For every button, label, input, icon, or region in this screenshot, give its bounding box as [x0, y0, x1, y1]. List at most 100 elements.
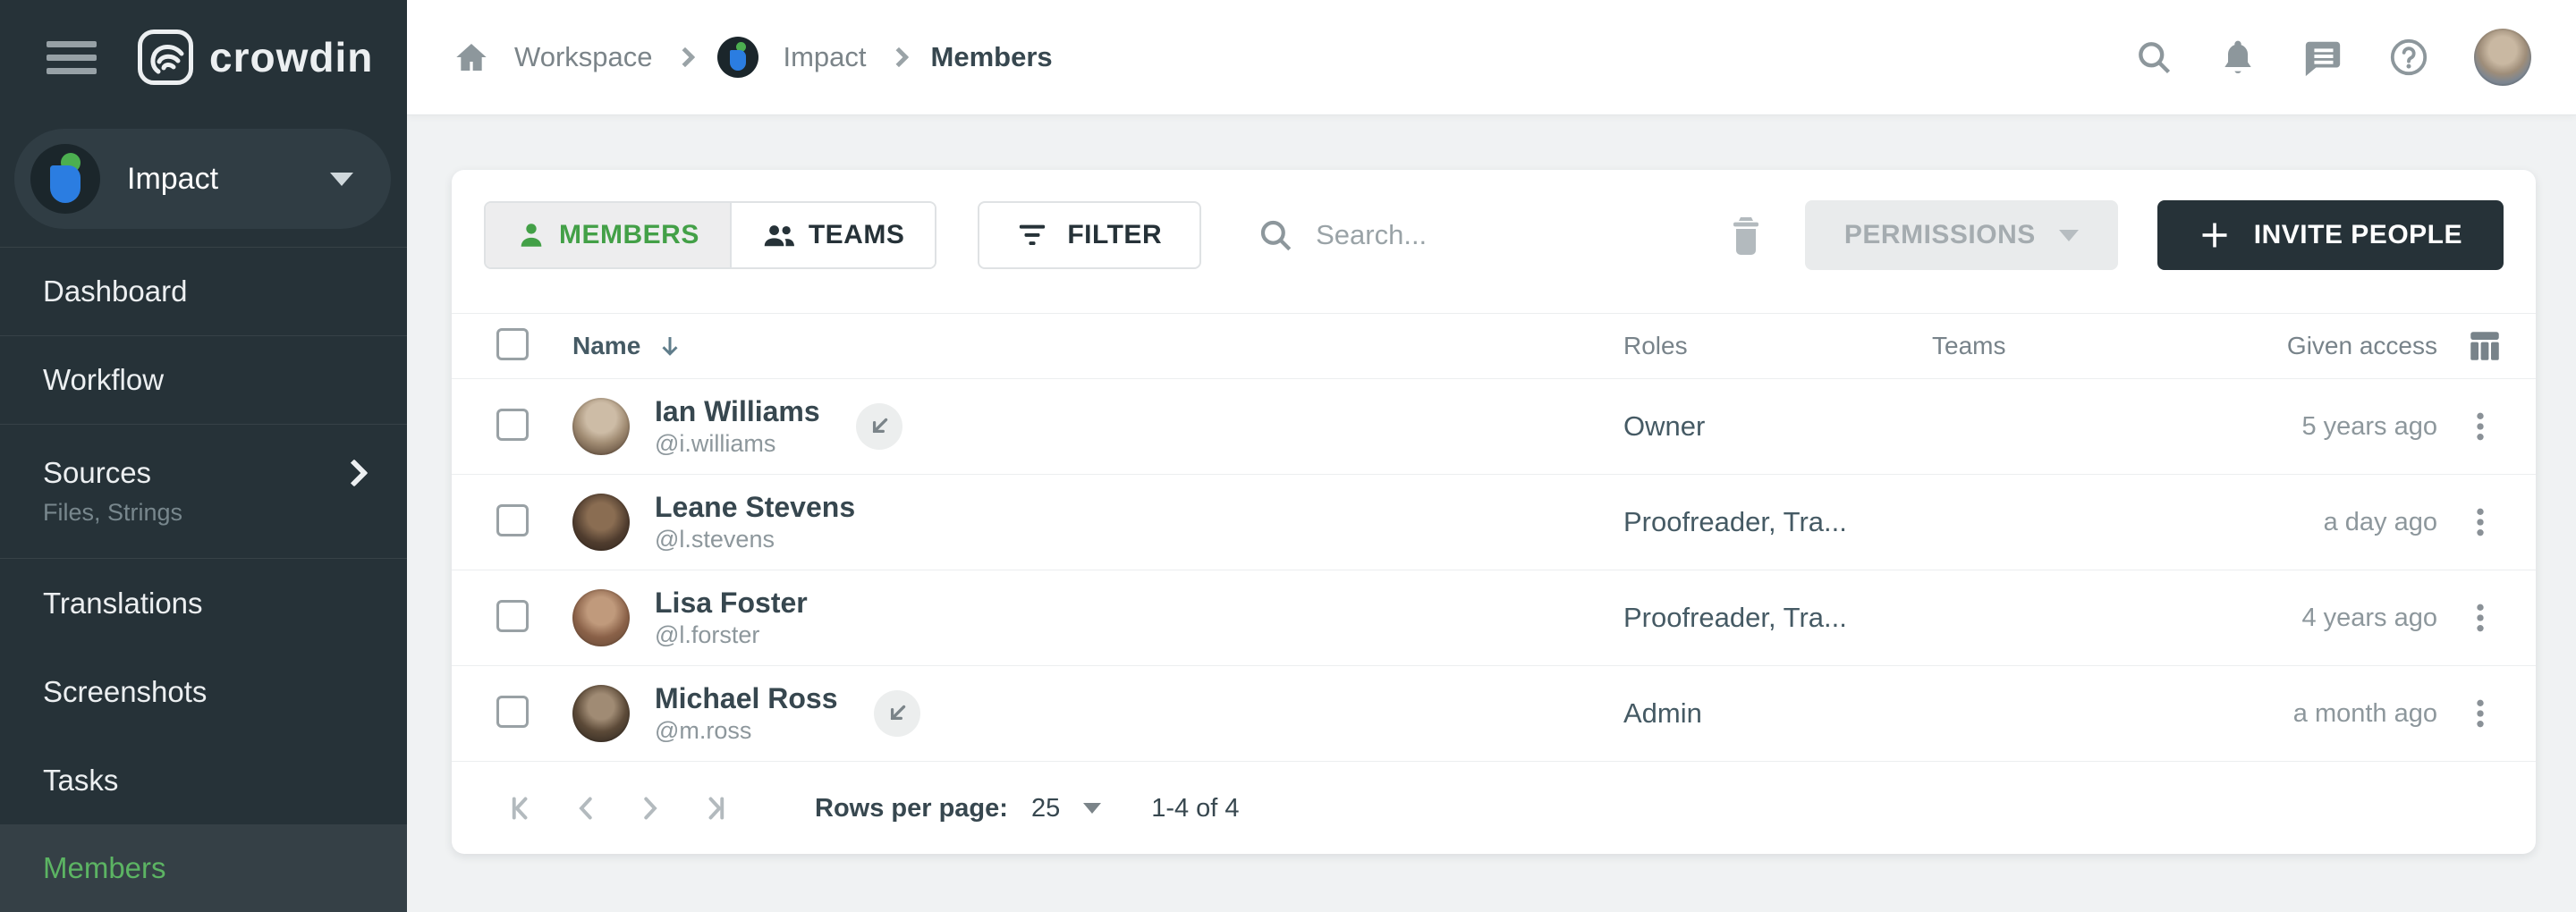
filter-button[interactable]: FILTER: [978, 201, 1201, 269]
chevron-down-icon: [330, 173, 353, 186]
main-content: MEMBERS TEAMS FILTER PER: [407, 114, 2576, 912]
breadcrumb-workspace[interactable]: Workspace: [514, 41, 653, 73]
first-page-button[interactable]: [493, 792, 555, 824]
sidebar-item-label: Dashboard: [43, 274, 187, 308]
member-avatar: [572, 589, 630, 646]
sidebar-item-label: Sources: [43, 456, 151, 490]
member-username: @m.ross: [655, 716, 838, 747]
column-header-name[interactable]: Name: [572, 332, 683, 360]
sidebar-item-label: Tasks: [43, 764, 118, 798]
person-icon: [516, 220, 547, 250]
column-settings-icon[interactable]: [2466, 327, 2504, 365]
members-teams-tabgroup: MEMBERS TEAMS: [484, 201, 936, 269]
tab-teams[interactable]: TEAMS: [730, 203, 936, 267]
invite-people-button[interactable]: INVITE PEOPLE: [2157, 200, 2504, 270]
crowdin-logo[interactable]: crowdin: [138, 30, 373, 85]
notifications-bell-icon[interactable]: [2218, 38, 2258, 77]
project-logo-icon: [30, 144, 100, 214]
row-checkbox[interactable]: [496, 696, 529, 728]
chevron-down-icon: [1083, 803, 1101, 814]
member-given-access: a month ago: [2223, 699, 2437, 729]
row-menu-kebab-icon[interactable]: [2457, 499, 2504, 545]
breadcrumb: Workspace Impact Members: [453, 37, 1053, 78]
chevron-down-icon: [2059, 230, 2079, 241]
row-menu-kebab-icon[interactable]: [2457, 403, 2504, 450]
member-name[interactable]: Leane Stevens: [655, 489, 855, 525]
member-roles: Admin: [1623, 697, 1932, 730]
member-name[interactable]: Lisa Foster: [655, 585, 808, 621]
table-row[interactable]: Ian Williams @i.williams Owner 5 years a…: [452, 379, 2536, 475]
member-roles: Owner: [1623, 410, 1932, 443]
member-given-access: 5 years ago: [2223, 412, 2437, 442]
sidebar-item-sources[interactable]: Sources Files, Strings: [0, 425, 407, 559]
rows-per-page-value: 25: [1031, 794, 1060, 823]
table-header: Name Roles Teams Given access: [452, 313, 2536, 379]
tab-label: MEMBERS: [559, 220, 699, 250]
permissions-button[interactable]: PERMISSIONS: [1805, 200, 2118, 270]
top-bar: Workspace Impact Members: [407, 0, 2576, 114]
messages-icon[interactable]: [2302, 37, 2343, 78]
sort-descending-icon: [657, 333, 683, 359]
project-name: Impact: [127, 162, 330, 197]
crowdin-logo-text: crowdin: [209, 33, 373, 81]
breadcrumb-project[interactable]: Impact: [784, 41, 867, 73]
user-avatar[interactable]: [2474, 29, 2531, 86]
member-given-access: 4 years ago: [2223, 604, 2437, 633]
sidebar-item-label: Translations: [43, 587, 203, 621]
sidebar-item-dashboard[interactable]: Dashboard: [0, 248, 407, 336]
table-row[interactable]: Michael Ross @m.ross Admin a month ago: [452, 666, 2536, 762]
member-name[interactable]: Ian Williams: [655, 393, 820, 429]
member-avatar: [572, 685, 630, 742]
search-input[interactable]: [1316, 219, 1691, 251]
sidebar-item-translations[interactable]: Translations: [0, 559, 407, 647]
sidebar-item-members[interactable]: Members: [0, 824, 407, 912]
pagination: Rows per page: 25 1-4 of 4: [452, 762, 2536, 854]
row-checkbox[interactable]: [496, 504, 529, 536]
search-icon[interactable]: [2134, 38, 2174, 77]
delete-trash-icon[interactable]: [1726, 214, 1766, 257]
last-page-button[interactable]: [681, 792, 743, 824]
next-page-button[interactable]: [618, 792, 681, 824]
pagination-range: 1-4 of 4: [1151, 794, 1239, 823]
sidebar-item-tasks[interactable]: Tasks: [0, 736, 407, 824]
home-icon[interactable]: [453, 39, 489, 75]
last-login-arrow-badge: [856, 403, 902, 450]
member-username: @l.forster: [655, 621, 808, 651]
row-menu-kebab-icon[interactable]: [2457, 690, 2504, 737]
table-row[interactable]: Lisa Foster @l.forster Proofreader, Tra.…: [452, 570, 2536, 666]
row-checkbox[interactable]: [496, 409, 529, 441]
last-login-arrow-badge: [874, 690, 920, 737]
rows-per-page-select[interactable]: 25: [1031, 794, 1101, 823]
column-header-teams: Teams: [1932, 332, 2223, 360]
filter-icon: [1017, 222, 1047, 249]
member-username: @l.stevens: [655, 525, 855, 555]
sidebar-item-workflow[interactable]: Workflow: [0, 336, 407, 425]
select-all-checkbox[interactable]: [496, 328, 529, 360]
members-toolbar: MEMBERS TEAMS FILTER PER: [452, 170, 2536, 313]
member-avatar: [572, 398, 630, 455]
sidebar-item-label: Members: [43, 851, 166, 885]
row-checkbox[interactable]: [496, 600, 529, 632]
sidebar-nav: Dashboard Workflow Sources Files, String…: [0, 247, 407, 912]
sidebar-item-label: Screenshots: [43, 675, 207, 709]
people-icon: [762, 220, 796, 250]
invite-people-button-label: INVITE PEOPLE: [2254, 220, 2462, 250]
tab-members[interactable]: MEMBERS: [486, 203, 730, 267]
column-header-given-access: Given access: [2223, 332, 2437, 360]
menu-icon[interactable]: [47, 34, 97, 81]
member-name[interactable]: Michael Ross: [655, 680, 838, 716]
project-selector[interactable]: Impact: [14, 129, 391, 229]
help-icon[interactable]: [2388, 37, 2429, 78]
row-menu-kebab-icon[interactable]: [2457, 595, 2504, 641]
sidebar-item-subtitle: Files, Strings: [43, 499, 364, 527]
rows-per-page-label: Rows per page:: [815, 794, 1008, 823]
search-icon: [1257, 216, 1294, 254]
search-box: [1257, 216, 1691, 254]
column-header-roles: Roles: [1623, 332, 1932, 360]
member-roles: Proofreader, Tra...: [1623, 602, 1932, 634]
sidebar-item-screenshots[interactable]: Screenshots: [0, 647, 407, 736]
table-row[interactable]: Leane Stevens @l.stevens Proofreader, Tr…: [452, 475, 2536, 570]
members-card: MEMBERS TEAMS FILTER PER: [452, 170, 2536, 854]
previous-page-button[interactable]: [555, 792, 618, 824]
member-roles: Proofreader, Tra...: [1623, 506, 1932, 538]
